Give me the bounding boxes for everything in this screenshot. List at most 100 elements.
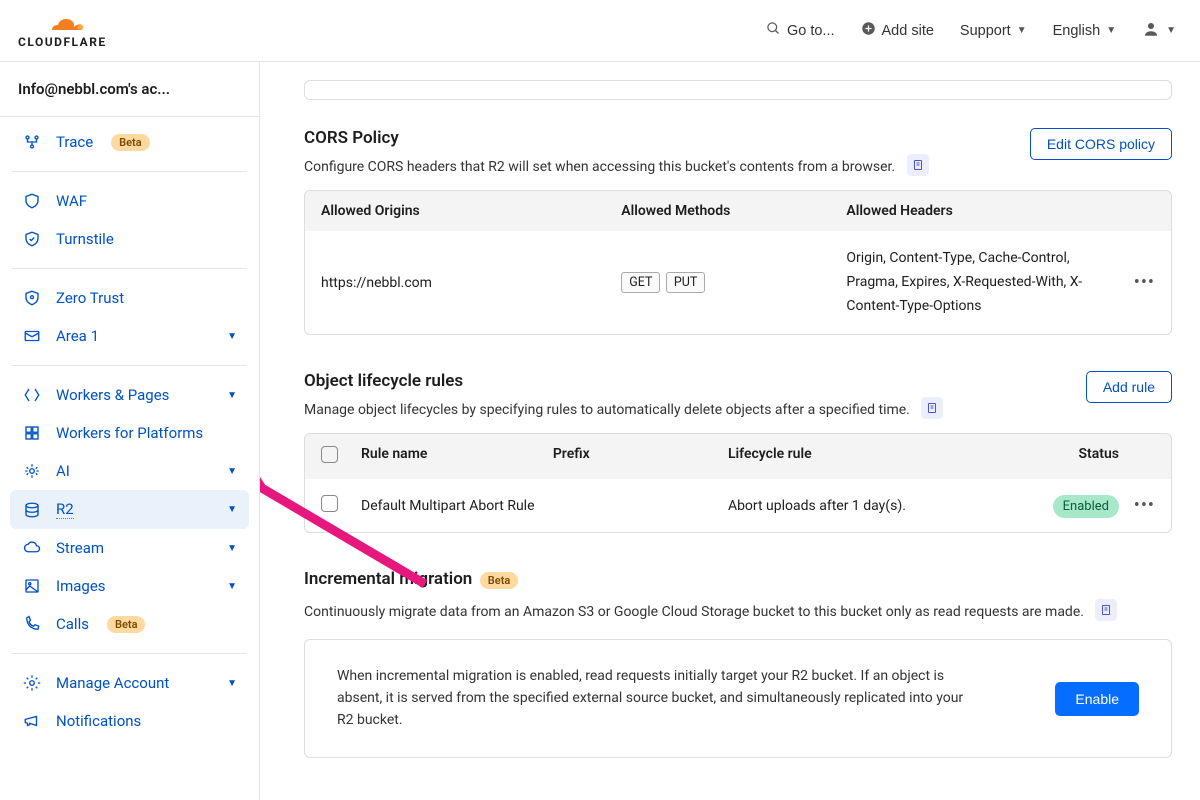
sidebar-item-workers-pages[interactable]: Workers & Pages ▼ bbox=[10, 376, 249, 414]
chevron-down-icon: ▼ bbox=[227, 466, 237, 477]
nav-label: Calls bbox=[56, 615, 89, 633]
chevron-down-icon: ▼ bbox=[227, 504, 237, 515]
cors-row-actions[interactable]: ••• bbox=[1134, 272, 1155, 293]
gear-icon bbox=[22, 674, 42, 692]
cloud-icon bbox=[39, 13, 85, 36]
migration-description: Continuously migrate data from an Amazon… bbox=[304, 604, 1084, 620]
sidebar-item-turnstile[interactable]: Turnstile bbox=[10, 220, 249, 258]
nav-label: Turnstile bbox=[56, 230, 114, 248]
lifecycle-section: Object lifecycle rules Manage object lif… bbox=[304, 371, 1172, 533]
phone-icon bbox=[22, 615, 42, 633]
sidebar: Info@nebbl.com's ac... Trace Beta WAF Tu… bbox=[0, 62, 260, 800]
chevron-down-icon: ▼ bbox=[1017, 25, 1027, 36]
nav-label: WAF bbox=[56, 192, 87, 210]
trace-icon bbox=[22, 133, 42, 151]
main-content: CORS Policy Configure CORS headers that … bbox=[260, 62, 1200, 800]
row-checkbox[interactable] bbox=[321, 495, 338, 512]
chevron-down-icon: ▼ bbox=[227, 678, 237, 689]
rule-name: Default Multipart Abort Rule bbox=[361, 498, 553, 514]
add-site-button[interactable]: Add site bbox=[861, 21, 934, 40]
migration-box-text: When incremental migration is enabled, r… bbox=[337, 666, 977, 731]
edit-cors-button[interactable]: Edit CORS policy bbox=[1030, 128, 1172, 160]
cors-docs-link[interactable] bbox=[907, 154, 929, 176]
account-switcher[interactable]: Info@nebbl.com's ac... bbox=[0, 62, 259, 117]
support-dropdown[interactable]: Support ▼ bbox=[960, 23, 1027, 39]
lifecycle-docs-link[interactable] bbox=[921, 397, 943, 419]
database-icon bbox=[22, 501, 42, 519]
enable-migration-button[interactable]: Enable bbox=[1055, 682, 1139, 716]
cors-section: CORS Policy Configure CORS headers that … bbox=[304, 128, 1172, 335]
support-label: Support bbox=[960, 23, 1011, 39]
status-badge: Enabled bbox=[1053, 495, 1119, 518]
shield-icon bbox=[22, 192, 42, 210]
ai-icon bbox=[22, 462, 42, 480]
check-shield-icon bbox=[22, 230, 42, 248]
sidebar-item-area1[interactable]: Area 1 ▼ bbox=[10, 317, 249, 355]
sidebar-item-images[interactable]: Images ▼ bbox=[10, 567, 249, 605]
add-site-label: Add site bbox=[882, 23, 934, 39]
image-icon bbox=[22, 577, 42, 595]
add-rule-button[interactable]: Add rule bbox=[1086, 371, 1172, 403]
goto-button[interactable]: Go to... bbox=[766, 21, 835, 40]
cors-origin: https://nebbl.com bbox=[321, 275, 621, 291]
chevron-down-icon: ▼ bbox=[227, 543, 237, 554]
rule-desc: Abort uploads after 1 day(s). bbox=[728, 498, 1009, 514]
cloud-icon bbox=[22, 539, 42, 557]
lifecycle-row: Default Multipart Abort Rule Abort uploa… bbox=[305, 479, 1171, 532]
sidebar-item-stream[interactable]: Stream ▼ bbox=[10, 529, 249, 567]
th-methods: Allowed Methods bbox=[621, 203, 846, 219]
nav-label: Manage Account bbox=[56, 674, 169, 692]
cors-description: Configure CORS headers that R2 will set … bbox=[304, 159, 895, 175]
sidebar-item-r2[interactable]: R2 ▼ bbox=[10, 490, 249, 529]
zero-trust-icon bbox=[22, 289, 42, 307]
th-lifecycle-rule: Lifecycle rule bbox=[728, 446, 1009, 467]
logo-text: CLOUDFLARE bbox=[18, 36, 107, 48]
chevron-down-icon: ▼ bbox=[227, 390, 237, 401]
cors-table: Allowed Origins Allowed Methods Allowed … bbox=[304, 190, 1172, 335]
topbar-right: Go to... Add site Support ▼ English ▼ ▼ bbox=[766, 20, 1176, 42]
nav-label: Zero Trust bbox=[56, 289, 124, 307]
lifecycle-table: Rule name Prefix Lifecycle rule Status D… bbox=[304, 433, 1172, 533]
topbar: CLOUDFLARE Go to... Add site Support ▼ E… bbox=[0, 0, 1200, 62]
search-icon bbox=[766, 21, 781, 40]
user-icon bbox=[1142, 20, 1160, 42]
sidebar-item-zero-trust[interactable]: Zero Trust bbox=[10, 279, 249, 317]
th-prefix: Prefix bbox=[553, 446, 728, 467]
sidebar-item-workers-platforms[interactable]: Workers for Platforms bbox=[10, 414, 249, 452]
cloudflare-logo[interactable]: CLOUDFLARE bbox=[18, 13, 107, 48]
account-name: Info@nebbl.com's ac... bbox=[18, 80, 170, 98]
migration-section: Incremental migration Beta Continuously … bbox=[304, 569, 1172, 758]
beta-badge: Beta bbox=[107, 616, 146, 633]
nav-label: Images bbox=[56, 577, 106, 595]
cors-title: CORS Policy bbox=[304, 128, 929, 148]
sidebar-item-notifications[interactable]: Notifications bbox=[10, 702, 249, 740]
nav-label: AI bbox=[56, 462, 70, 480]
beta-badge: Beta bbox=[480, 572, 519, 589]
sidebar-item-calls[interactable]: Calls Beta bbox=[10, 605, 249, 643]
method-put: PUT bbox=[666, 272, 705, 293]
th-rule-name: Rule name bbox=[361, 446, 553, 467]
lifecycle-row-actions[interactable]: ••• bbox=[1134, 495, 1155, 516]
migration-docs-link[interactable] bbox=[1095, 599, 1117, 621]
sidebar-item-trace[interactable]: Trace Beta bbox=[10, 123, 249, 161]
select-all-checkbox[interactable] bbox=[321, 446, 338, 463]
sidebar-item-manage-account[interactable]: Manage Account ▼ bbox=[10, 664, 249, 702]
th-status: Status bbox=[1009, 446, 1119, 467]
nav-label: R2 bbox=[56, 500, 74, 519]
chevron-down-icon: ▼ bbox=[227, 581, 237, 592]
language-dropdown[interactable]: English ▼ bbox=[1053, 23, 1116, 39]
mail-icon bbox=[22, 327, 42, 345]
user-menu[interactable]: ▼ bbox=[1142, 20, 1176, 42]
nav-label: Notifications bbox=[56, 712, 141, 730]
migration-title: Incremental migration bbox=[304, 569, 472, 589]
goto-label: Go to... bbox=[787, 23, 835, 39]
sidebar-item-ai[interactable]: AI ▼ bbox=[10, 452, 249, 490]
nav-label: Area 1 bbox=[56, 327, 99, 345]
chevron-down-icon: ▼ bbox=[1106, 25, 1116, 36]
th-headers: Allowed Headers bbox=[846, 203, 1115, 219]
megaphone-icon bbox=[22, 712, 42, 730]
platforms-icon bbox=[22, 424, 42, 442]
lifecycle-title: Object lifecycle rules bbox=[304, 371, 943, 391]
sidebar-item-waf[interactable]: WAF bbox=[10, 182, 249, 220]
language-label: English bbox=[1053, 23, 1101, 39]
